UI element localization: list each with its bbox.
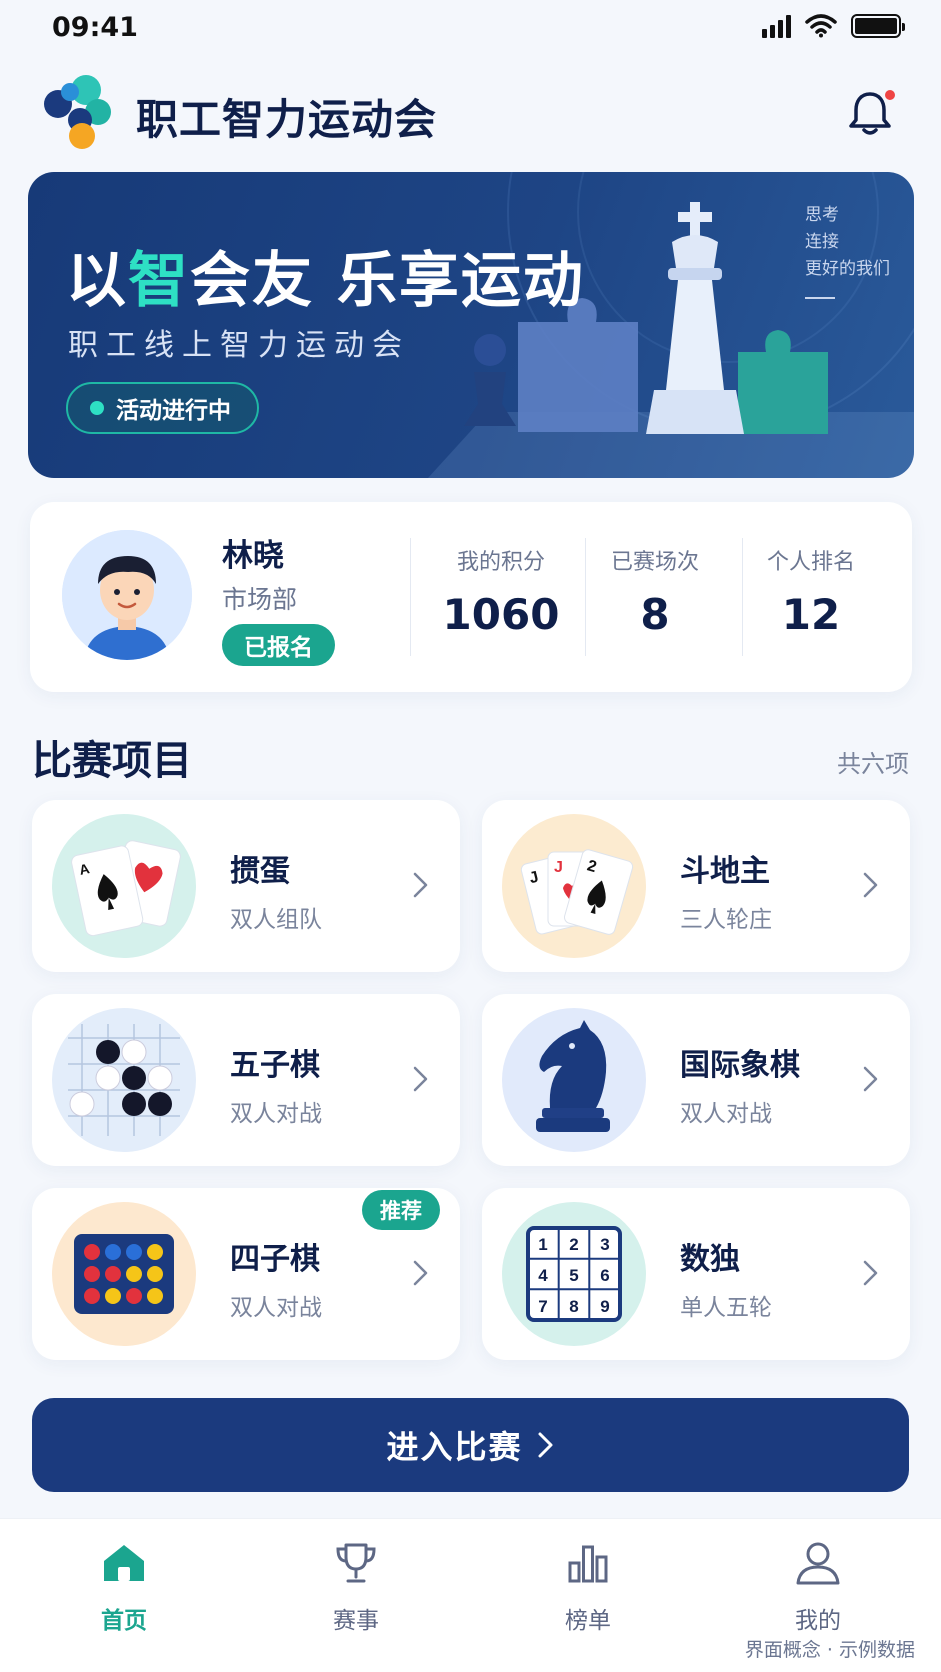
connect-four-icon [52, 1202, 196, 1346]
event-status-pill: 活动进行中 [66, 382, 259, 434]
status-bar: 09:41 [0, 0, 941, 60]
status-icons [762, 14, 905, 38]
app-header: 职工智力运动会 [0, 60, 941, 160]
svg-text:6: 6 [600, 1266, 609, 1285]
tab-home[interactable]: 首页 [64, 1539, 184, 1635]
profile-card[interactable]: 林晓 市场部 已报名 我的积分 1060 已赛场次 8 个人排名 12 [30, 502, 912, 692]
game-card-doudizhu[interactable]: J J 2 斗地主 三人轮庄 [482, 800, 910, 972]
game-name: 四子棋 [230, 1242, 320, 1277]
game-desc: 双人对战 [680, 1101, 772, 1127]
stat-points: 我的积分 1060 [426, 544, 576, 639]
stat-label: 已赛场次 [610, 550, 699, 575]
recommended-tag: 推荐 [362, 1190, 440, 1230]
tab-profile[interactable]: 我的 [758, 1539, 878, 1635]
tab-events[interactable]: 赛事 [296, 1539, 416, 1635]
game-card-guandan[interactable]: A 掼蛋 双人组队 [32, 800, 460, 972]
banner-subtitle: 职工线上智力运动会 [68, 328, 410, 363]
trophy-icon [336, 1543, 376, 1583]
game-name: 数独 [680, 1242, 740, 1277]
wifi-icon [805, 14, 837, 38]
playing-cards-icon: A [52, 814, 196, 958]
svg-text:1: 1 [538, 1235, 547, 1254]
gomoku-icon [52, 1008, 196, 1152]
game-desc: 单人五轮 [680, 1295, 772, 1321]
game-card-chess[interactable]: 国际象棋 双人对战 [482, 994, 910, 1166]
game-card-gomoku[interactable]: 五子棋 双人对战 [32, 994, 460, 1166]
banner-slogan: 思考 连接 更好的我们 [805, 202, 890, 299]
signal-icon [762, 14, 791, 38]
stat-label: 个人排名 [766, 550, 855, 575]
app-logo [44, 75, 111, 149]
section-title: 比赛项目 [32, 738, 192, 784]
enter-competition-button[interactable]: 进入比赛 [32, 1398, 909, 1492]
game-desc: 双人组队 [230, 907, 322, 933]
stat-value: 1060 [442, 590, 560, 639]
home-icon [104, 1545, 144, 1581]
user-name: 林晓 [222, 538, 284, 574]
game-desc: 三人轮庄 [680, 907, 772, 933]
svg-text:4: 4 [538, 1266, 548, 1285]
battery-icon [851, 14, 905, 38]
tab-label: 榜单 [565, 1608, 611, 1634]
tab-leaderboard[interactable]: 榜单 [528, 1539, 648, 1635]
chevron-right-icon [863, 872, 878, 898]
event-status-label: 活动进行中 [116, 398, 231, 424]
status-time: 09:41 [52, 12, 138, 43]
banner-title: 以智会友 乐享运动 [66, 246, 585, 316]
game-name: 斗地主 [680, 854, 770, 889]
game-name: 掼蛋 [230, 854, 290, 889]
tab-label: 我的 [795, 1608, 841, 1634]
slogan-line: 更好的我们 [805, 259, 890, 279]
slogan-line: 思考 [805, 205, 839, 225]
poker-hand-icon: J J 2 [502, 814, 646, 958]
sudoku-icon: 1 2 3 4 5 6 7 8 9 [502, 1202, 646, 1346]
svg-text:J: J [554, 859, 563, 876]
chevron-right-icon [413, 1260, 428, 1286]
stat-label: 我的积分 [456, 550, 545, 575]
hero-banner[interactable]: 以智会友 乐享运动 职工线上智力运动会 活动进行中 思考 连接 更好的我们 [28, 172, 914, 478]
svg-text:8: 8 [569, 1297, 578, 1316]
chess-knight-icon [502, 1008, 646, 1152]
game-name: 国际象棋 [680, 1048, 800, 1083]
chevron-right-icon [863, 1066, 878, 1092]
chevron-right-icon [538, 1432, 552, 1458]
stat-value: 12 [781, 590, 841, 639]
slogan-line: 连接 [805, 232, 839, 252]
footnote: 界面概念 · 示例数据 [744, 1639, 915, 1661]
divider [410, 538, 411, 656]
enter-competition-label: 进入比赛 [386, 1428, 523, 1466]
tab-label: 赛事 [333, 1608, 379, 1634]
status-dot-icon [90, 401, 104, 415]
svg-text:7: 7 [538, 1297, 547, 1316]
stat-rank: 个人排名 12 [736, 544, 886, 639]
user-icon [796, 1542, 840, 1585]
chevron-right-icon [413, 872, 428, 898]
game-desc: 双人对战 [230, 1101, 322, 1127]
chevron-right-icon [863, 1260, 878, 1286]
chevron-right-icon [413, 1066, 428, 1092]
notification-dot [883, 88, 897, 102]
svg-text:2: 2 [569, 1235, 578, 1254]
bar-chart-icon [568, 1545, 608, 1583]
game-desc: 双人对战 [230, 1295, 322, 1321]
svg-text:9: 9 [600, 1297, 609, 1316]
section-count: 共六项 [837, 750, 909, 778]
stat-value: 8 [640, 590, 670, 639]
avatar [62, 530, 192, 660]
registration-badge: 已报名 [222, 624, 335, 666]
game-name: 五子棋 [230, 1048, 320, 1083]
bottom-tab-bar: 首页 赛事 榜单 我的 界面概念 · 示例数据 [0, 1518, 941, 1672]
svg-text:5: 5 [569, 1266, 578, 1285]
stat-matches: 已赛场次 8 [580, 544, 730, 639]
app-title: 职工智力运动会 [136, 95, 438, 144]
tab-label: 首页 [101, 1608, 147, 1634]
game-card-connect-four[interactable]: 四子棋 双人对战 推荐 [32, 1188, 460, 1360]
svg-text:3: 3 [600, 1235, 609, 1254]
game-card-sudoku[interactable]: 1 2 3 4 5 6 7 8 9 数独 单人五轮 [482, 1188, 910, 1360]
user-department: 市场部 [222, 585, 298, 614]
slogan-dash [805, 297, 835, 299]
